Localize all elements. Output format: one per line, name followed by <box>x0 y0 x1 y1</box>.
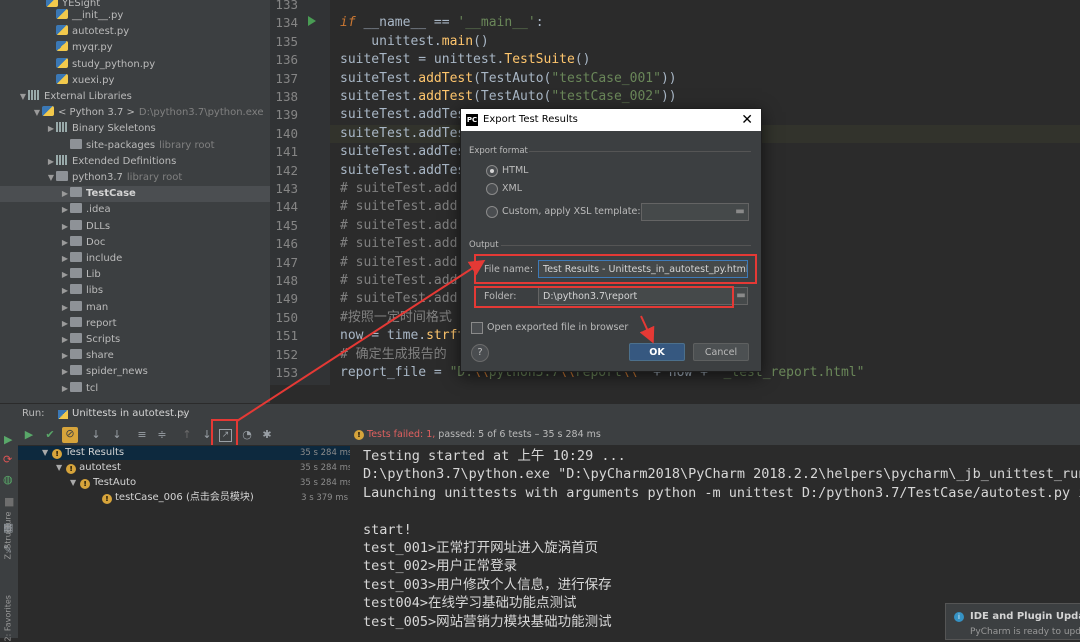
annotation-arrows <box>236 259 655 422</box>
arrow-to-file-name <box>236 259 486 422</box>
arrow-to-ok <box>639 315 655 344</box>
